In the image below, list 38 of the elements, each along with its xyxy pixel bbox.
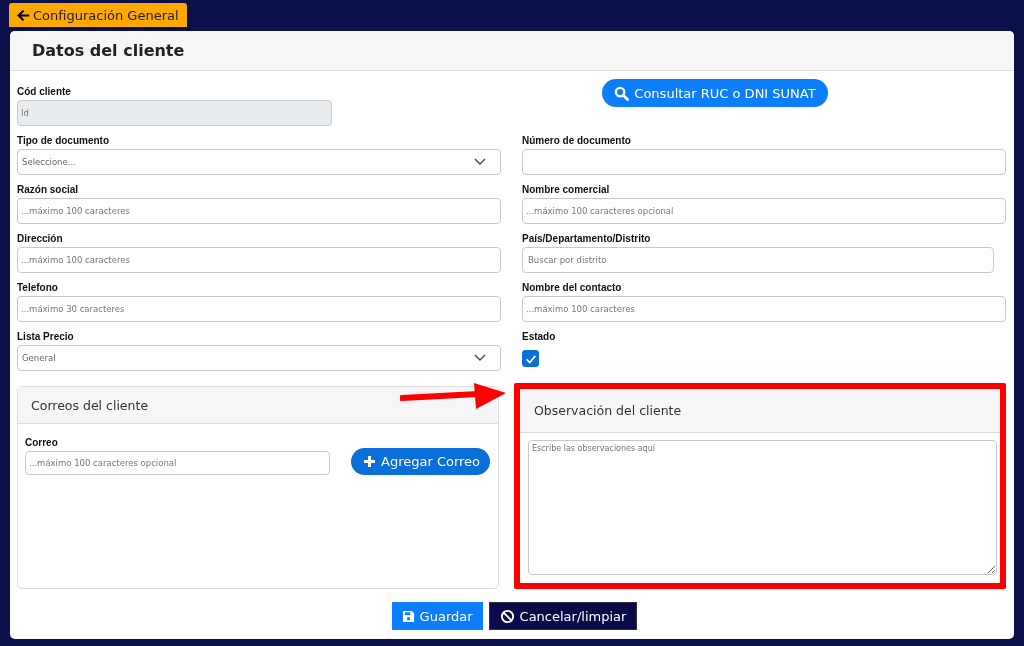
checkbox[interactable] [522, 350, 539, 367]
field-label: Correo [25, 436, 59, 450]
field-label: Lista Precio [17, 330, 74, 344]
field-label: Telefono [17, 281, 58, 295]
text-field[interactable]: ...máximo 100 caracteres opcional [522, 198, 1006, 224]
field-label: Estado [522, 330, 556, 344]
chevron-down-icon [474, 354, 486, 362]
field-label: Cód cliente [17, 85, 71, 99]
plus-icon [363, 454, 376, 468]
field-label: País/Departamento/Distrito [522, 232, 651, 246]
consult-button[interactable]: Consultar RUC o DNI SUNAT [602, 79, 828, 107]
field-label: Razón social [17, 183, 79, 197]
field-label: Número de documento [522, 134, 631, 148]
field-label: Nombre del contacto [522, 281, 622, 295]
text-field[interactable]: ...máximo 30 caracteres [17, 296, 501, 322]
select-field[interactable]: General [17, 345, 501, 371]
field-label: Dirección [17, 232, 63, 246]
ban-icon [499, 608, 515, 624]
text-field[interactable]: ...máximo 100 caracteres [522, 296, 1006, 322]
card-title: Datos del cliente [32, 41, 185, 60]
save-button[interactable]: Guardar [391, 602, 483, 630]
text-field[interactable]: ...máximo 100 caracteres [17, 198, 501, 224]
chevron-down-icon [474, 158, 486, 166]
select-field[interactable]: Seleccione... [17, 149, 501, 175]
search-icon [614, 85, 630, 101]
panel-title: Correos del cliente [31, 397, 149, 413]
text-field[interactable]: ...máximo 100 caracteres [17, 247, 501, 273]
arrow-left-icon [17, 8, 30, 22]
text-field[interactable] [522, 149, 1006, 175]
cancel-button[interactable]: Cancelar/limpiar [488, 602, 638, 630]
field-label: Tipo de documento [17, 134, 110, 148]
field-label: Nombre comercial [522, 183, 610, 197]
add-email-button[interactable]: Agregar Correo [351, 447, 491, 475]
back-button[interactable]: Configuración General [9, 3, 187, 27]
email-field[interactable]: ...máximo 100 caracteres opcional [25, 451, 330, 475]
observations-textarea[interactable]: Escribe las observaciones aquí [528, 440, 997, 575]
panel-title: Observación del cliente [534, 403, 682, 418]
search-field[interactable]: Buscar por distrito [522, 247, 994, 273]
